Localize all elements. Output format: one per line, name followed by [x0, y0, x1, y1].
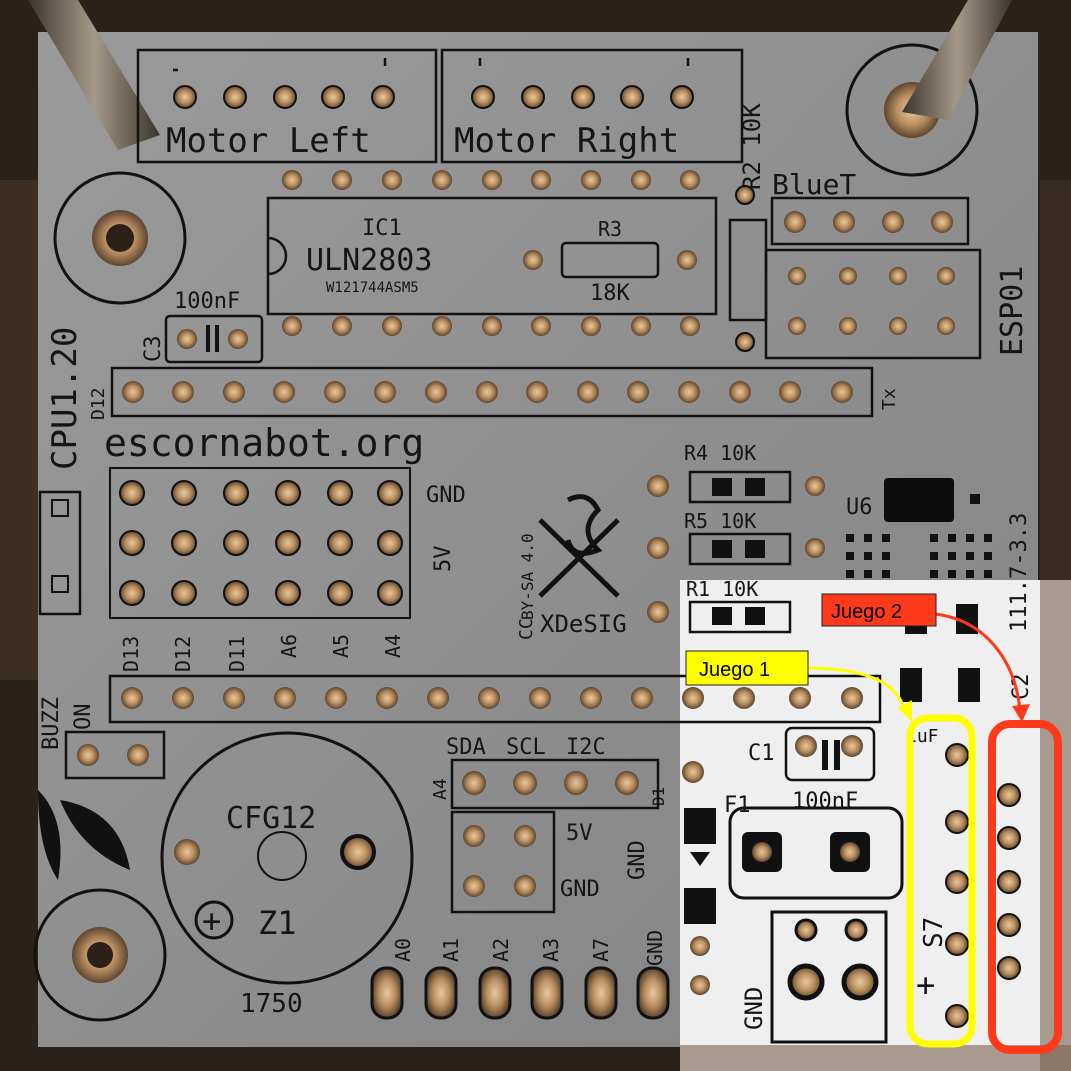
r3-value: 18K	[590, 281, 630, 306]
svg-text:A0: A0	[391, 938, 415, 962]
tx-label: Tx	[879, 388, 900, 410]
r3-label: R3	[598, 217, 622, 241]
juego1-label: Juego 1	[699, 659, 770, 681]
header-bottom-pads	[121, 687, 863, 709]
svg-text:GND: GND	[643, 930, 667, 966]
site-label: escornabot.org	[104, 421, 424, 465]
photo-stage: Motor Left Motor Right R2 10K IC1 ULN280…	[0, 0, 1071, 1071]
juego2-label: Juego 2	[831, 601, 902, 623]
svg-text:A7: A7	[589, 938, 613, 962]
pcb-photo: Motor Left Motor Right R2 10K IC1 ULN280…	[0, 0, 1071, 1071]
svg-text:D12: D12	[171, 636, 195, 672]
scl-label: SCL	[506, 735, 546, 760]
r4-label: R4 10K	[684, 441, 756, 465]
f1-label: F1	[724, 793, 751, 818]
cc-label: CC	[516, 618, 537, 640]
motor-right-label: Motor Right	[454, 121, 679, 161]
version-label: 111.7-3.3	[1007, 513, 1032, 632]
s7-plus-label: +	[916, 966, 935, 1004]
svg-text:A2: A2	[489, 938, 513, 962]
c3-value: 100nF	[174, 289, 240, 314]
svg-text:A4: A4	[381, 634, 405, 658]
c1-value: 100nF	[792, 789, 858, 814]
xdesig-label: XDeSIG	[540, 610, 627, 638]
r1-label: R1 10K	[686, 577, 758, 601]
svg-text:D11: D11	[225, 636, 249, 672]
plus-label: +	[202, 902, 221, 940]
header-top-pads	[122, 381, 853, 403]
d12-top-label: D12	[88, 387, 109, 420]
cfg12-label: CFG12	[226, 801, 316, 836]
ic-code-label: W121744ASM5	[326, 280, 419, 296]
i2c-label: I2C	[566, 735, 606, 760]
1750-label: 1750	[240, 989, 303, 1019]
svg-text:A3: A3	[539, 938, 563, 962]
gnd-i2c-label: GND	[560, 877, 600, 902]
svg-text:A5: A5	[329, 634, 353, 658]
r5-label: R5 10K	[684, 509, 756, 533]
buzz-label: BUZZ	[39, 697, 64, 750]
uln2803-label: ULN2803	[306, 243, 432, 278]
c1-label: C1	[748, 741, 775, 766]
cpu-label: CPU1.20	[45, 327, 85, 470]
u6-chip	[884, 478, 954, 522]
svg-text:A6: A6	[277, 634, 301, 658]
gnd-i2c-vertical-label: GND	[625, 840, 650, 880]
s7-label: S7	[919, 917, 949, 948]
z1-label: Z1	[258, 904, 297, 942]
gnd-label: GND	[426, 483, 466, 508]
5v-i2c-label: 5V	[566, 821, 593, 846]
r2-label: R2 10K	[738, 103, 766, 190]
esp01-label: ESP01	[995, 266, 1030, 356]
motor-left-label: Motor Left	[166, 121, 371, 161]
bluet-label: BlueT	[772, 168, 856, 201]
sda-label: SDA	[446, 735, 486, 760]
d1-label: D1	[649, 787, 668, 806]
a4-label: A4	[430, 778, 451, 800]
ic1-label: IC1	[362, 216, 402, 241]
by-sa-label: BY-SA 4.0	[518, 533, 537, 620]
u6-label: U6	[846, 495, 873, 520]
5v-label: 5V	[431, 546, 456, 573]
gnd-highlight-label: GND	[740, 987, 768, 1030]
c3-label: C3	[141, 336, 166, 363]
svg-text:D13: D13	[119, 636, 143, 672]
svg-text:A1: A1	[439, 938, 463, 962]
on-label: ON	[71, 704, 96, 731]
